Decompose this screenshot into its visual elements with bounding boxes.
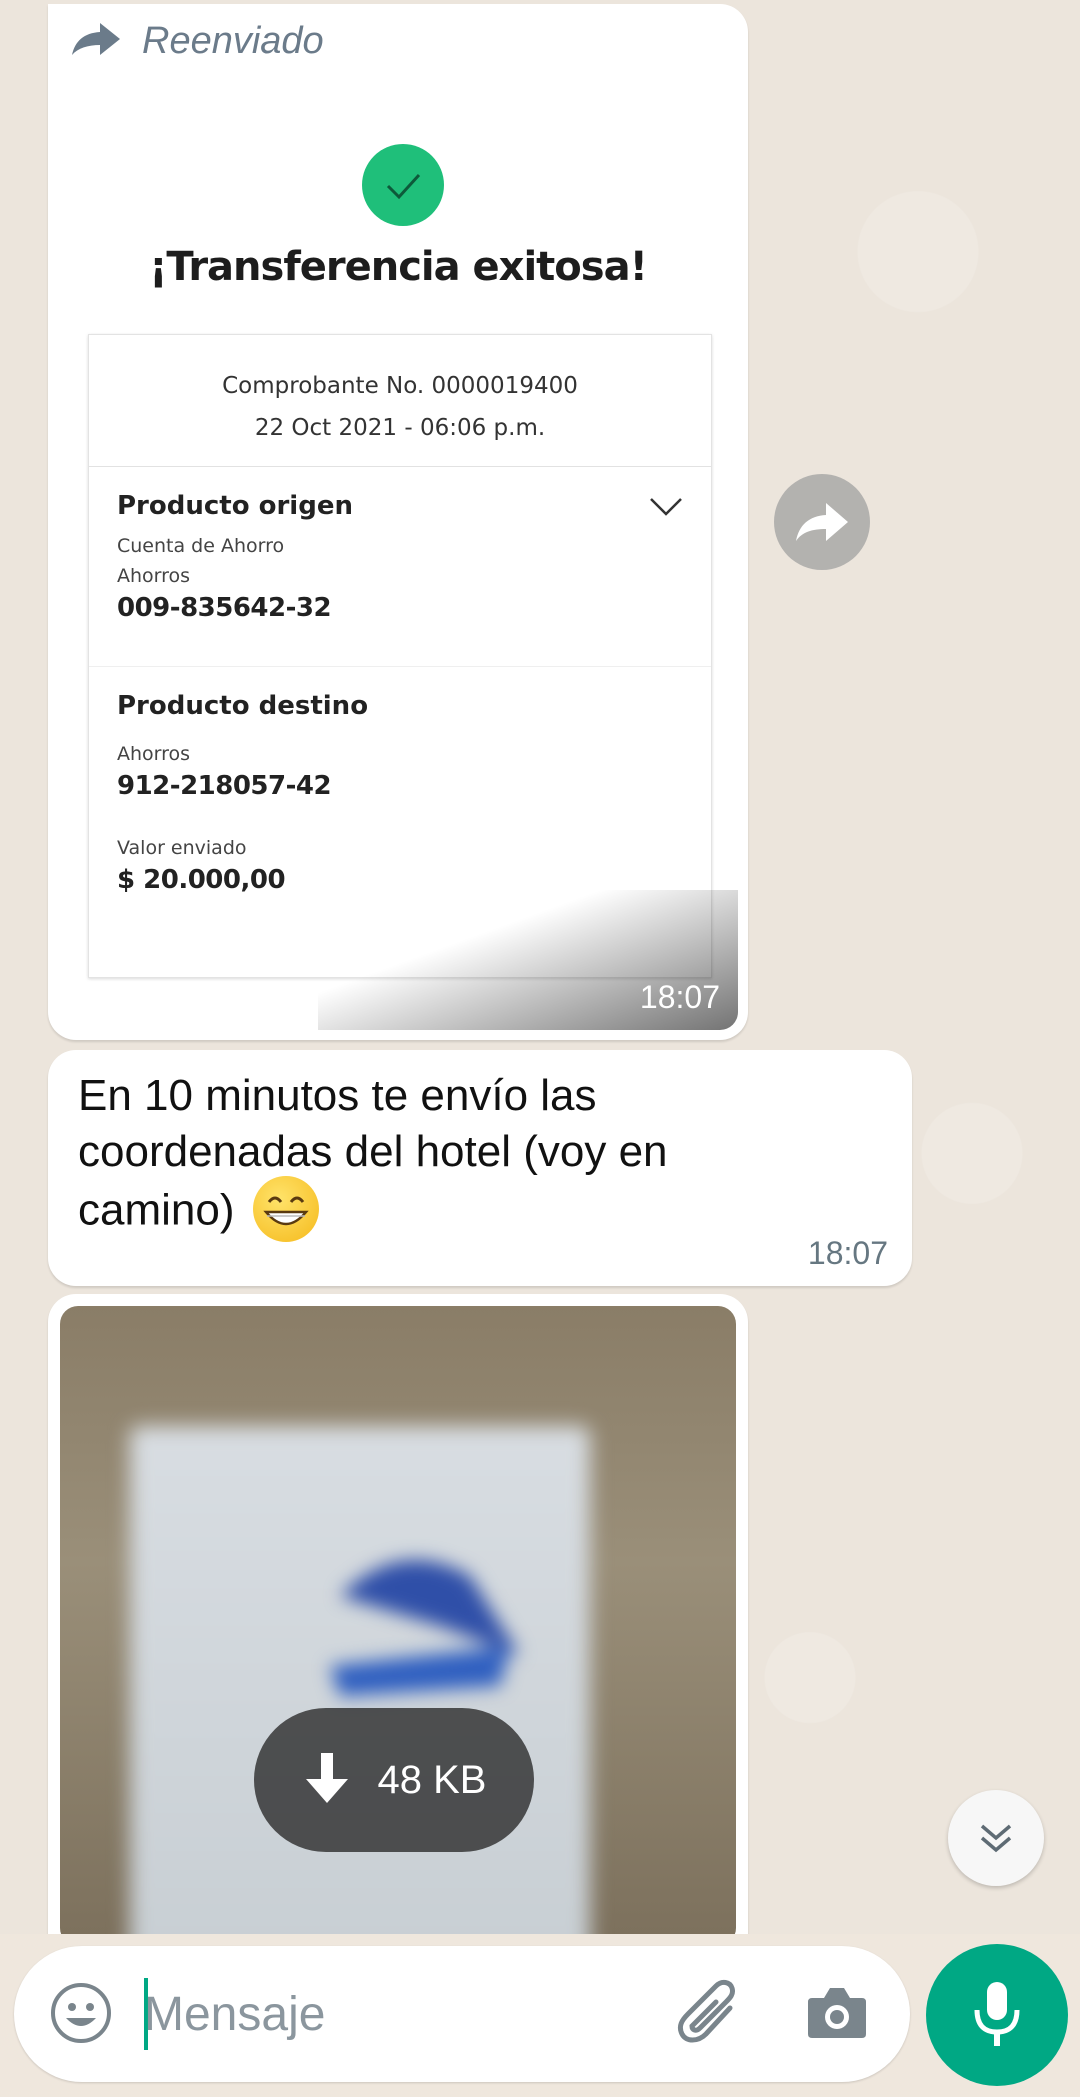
camera-icon[interactable] (804, 1982, 870, 2047)
grinning-emoji-icon (252, 1176, 319, 1242)
message-text: En 10 minutos te envío las coordenadas d… (78, 1068, 798, 1246)
message-time: 18:07 (807, 1235, 888, 1271)
download-button[interactable]: 48 KB (254, 1708, 534, 1852)
blurred-logo (330, 1560, 520, 1696)
message-body: En 10 minutos te envío las coordenadas d… (78, 1071, 668, 1235)
message-input[interactable] (144, 1976, 644, 2052)
receipt-number: Comprobante No. 0000019400 (222, 373, 578, 399)
message-composer (14, 1946, 910, 2082)
forward-icon (796, 503, 848, 541)
scroll-to-bottom-button[interactable] (948, 1790, 1044, 1886)
destination-section: Producto destino Ahorros 912-218057-42 V… (89, 667, 711, 895)
origin-subtype: Ahorros (117, 565, 191, 587)
receipt-header: Comprobante No. 0000019400 22 Oct 2021 -… (89, 335, 711, 467)
chevron-down-icon (649, 497, 683, 522)
emoji-icon[interactable] (48, 1980, 114, 2051)
amount-label: Valor enviado (117, 837, 247, 859)
receipt-datetime: 22 Oct 2021 - 06:06 p.m. (254, 415, 546, 441)
message-time: 18:07 (639, 979, 720, 1015)
download-icon (305, 1753, 348, 1803)
forwarded-icon (70, 21, 122, 62)
forward-button[interactable] (774, 474, 870, 570)
double-chevron-down-icon (980, 1824, 1012, 1853)
origin-account-number: 009-835642-32 (117, 593, 332, 623)
forwarded-label: Reenviado (142, 20, 324, 62)
destination-heading: Producto destino (117, 691, 369, 721)
attach-icon[interactable] (674, 1974, 744, 2055)
origin-account-type: Cuenta de Ahorro (117, 535, 285, 557)
forwarded-image-message[interactable]: Reenviado ¡Transferencia exitosa! Compro… (48, 4, 748, 1040)
receipt-title: ¡Transferencia exitosa! (149, 244, 648, 290)
receipt-card: Comprobante No. 0000019400 22 Oct 2021 -… (88, 334, 712, 978)
forwarded-header: Reenviado (70, 20, 324, 63)
destination-subtype: Ahorros (117, 743, 191, 765)
origin-section: Producto origen Cuenta de Ahorro Ahorros… (89, 467, 711, 667)
download-size: 48 KB (377, 1757, 487, 1802)
success-check-icon (362, 144, 444, 226)
text-message[interactable]: En 10 minutos te envío las coordenadas d… (48, 1050, 912, 1286)
destination-account-number: 912-218057-42 (117, 771, 332, 801)
receipt-image[interactable]: ¡Transferencia exitosa! Comprobante No. … (58, 84, 738, 1030)
microphone-icon (974, 1982, 1020, 2046)
origin-heading: Producto origen (117, 491, 353, 521)
voice-message-button[interactable] (926, 1944, 1068, 2086)
